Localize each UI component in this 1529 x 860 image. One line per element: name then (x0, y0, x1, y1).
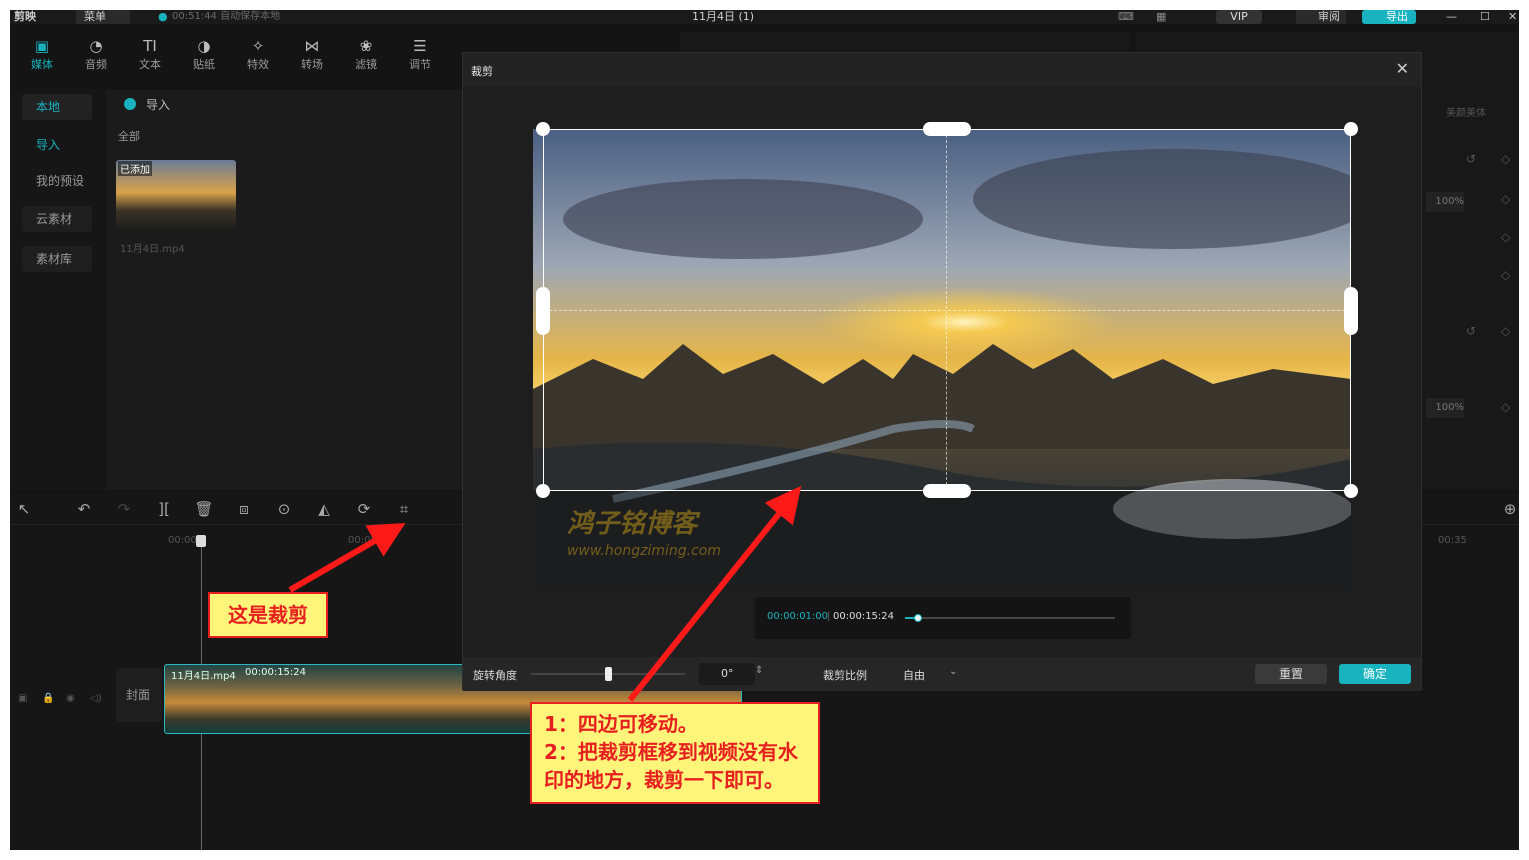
callout-crop-note: 这是裁剪 (208, 592, 328, 638)
instruction-line: 2：把裁剪框移到视频没有水 (544, 740, 798, 764)
callout-instructions: 1：四边可移动。 2：把裁剪框移到视频没有水 印的地方，裁剪一下即可。 (530, 702, 820, 804)
instruction-line: 1：四边可移动。 (544, 712, 698, 736)
instruction-line: 印的地方，裁剪一下即可。 (544, 768, 784, 792)
arrow-to-crop-frame (627, 485, 802, 702)
app-window: 剪映 菜单 ● 00:51:44 自动保存本地 11月4日 (1) ⌨ ▦ VI… (10, 10, 1519, 850)
arrow-to-crop-tool (288, 522, 406, 593)
